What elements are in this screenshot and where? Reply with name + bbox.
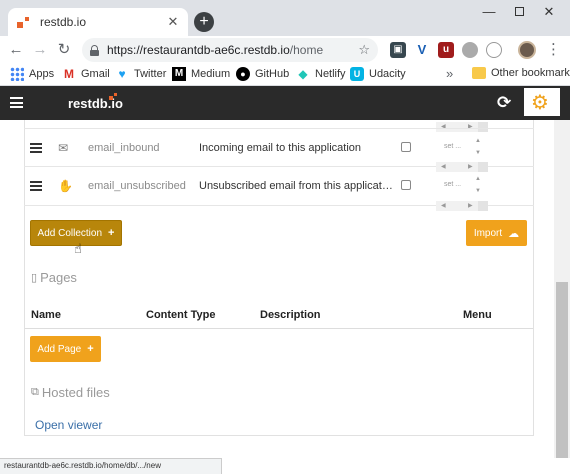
bookmarks-bar: Apps M Gmail ♥ Twitter M Medium ● GitHub ◆ Ne…	[0, 64, 570, 86]
gears-icon: ⚙	[531, 92, 549, 114]
tab-title: restdb.io	[40, 15, 87, 29]
bookmark-github[interactable]: ● GitHub	[236, 67, 289, 81]
browser-tab[interactable]: restdb.io ✕	[8, 8, 188, 36]
maximize-window-icon[interactable]	[504, 4, 534, 19]
lock-icon	[90, 44, 99, 56]
refresh-icon[interactable]: ⟳	[497, 94, 511, 112]
bookmark-medium[interactable]: M Medium	[172, 67, 230, 81]
hosted-files-section-title: ⧉ Hosted files	[31, 385, 110, 400]
profile-avatar[interactable]	[518, 41, 536, 59]
browser-menu-icon[interactable]: ⋮	[546, 40, 561, 58]
hamburger-menu-icon[interactable]	[10, 97, 23, 108]
plus-icon: +	[87, 343, 94, 355]
forward-arrow-icon[interactable]: →	[30, 40, 50, 60]
back-arrow-icon[interactable]: ←	[6, 40, 26, 60]
bookmarks-overflow-icon[interactable]: »	[446, 66, 453, 81]
logo-mark-icon	[109, 93, 117, 100]
close-window-icon[interactable]: ✕	[534, 4, 564, 20]
restdb-favicon-icon	[16, 14, 32, 30]
collection-name[interactable]: email_unsubscribed	[88, 180, 186, 192]
column-header-menu: Menu	[463, 309, 492, 321]
bookmark-star-icon[interactable]: ☆	[358, 42, 370, 58]
settings-spinner-icon[interactable]: ▲ ▼	[475, 135, 481, 159]
address-url[interactable]: https://restaurantdb-ae6c.restdb.io/home	[107, 43, 358, 57]
bookmark-udacity[interactable]: U Udacity	[350, 67, 406, 81]
extension-grey-icon[interactable]	[462, 42, 478, 58]
collection-checkbox[interactable]	[401, 180, 411, 190]
bookmark-apps[interactable]: Apps	[10, 67, 54, 81]
app-header: restdb.io ⟳	[0, 86, 570, 120]
collection-name[interactable]: email_inbound	[88, 142, 160, 154]
settings-gear-button[interactable]: ⚙	[524, 88, 560, 116]
reload-icon[interactable]: ↻	[54, 40, 74, 60]
add-page-button[interactable]: Add Page +	[30, 336, 101, 362]
column-header-name: Name	[31, 309, 61, 321]
apps-grid-icon	[10, 67, 24, 81]
settings-spinner-icon[interactable]: ▲ ▼	[475, 173, 481, 197]
hand-pointer-cursor-icon: ☝	[74, 241, 82, 256]
files-copy-icon: ⧉	[31, 386, 39, 398]
column-header-content-type: Content Type	[146, 309, 216, 321]
extension-ublock-icon[interactable]: u	[438, 42, 454, 58]
hand-icon: ✋	[58, 179, 73, 193]
open-viewer-link[interactable]: Open viewer	[35, 418, 102, 432]
drag-handle-icon[interactable]	[30, 143, 42, 153]
page-scrollbar-thumb[interactable]	[556, 282, 568, 458]
bookmark-gmail[interactable]: M Gmail	[62, 67, 110, 81]
bookmark-twitter[interactable]: ♥ Twitter	[115, 67, 166, 81]
status-bar-url: restaurantdb-ae6c.restdb.io/home/db/.../…	[0, 458, 222, 474]
medium-icon: M	[172, 67, 186, 81]
collection-settings-text: set ...	[444, 181, 462, 188]
bookmark-other-bookmarks[interactable]: Other bookmarks	[472, 67, 570, 79]
extension-v-icon[interactable]: V	[414, 42, 430, 58]
settings-hscroll-row2[interactable]: ◀ ▶	[436, 201, 488, 211]
pages-section-title: ▯ Pages	[31, 270, 77, 285]
browser-titlebar: restdb.io ✕ + — ✕	[0, 0, 570, 36]
collection-description: Unsubscribed email from this application	[199, 180, 395, 192]
collection-checkbox[interactable]	[401, 142, 411, 152]
import-button[interactable]: Import ☁	[466, 220, 527, 246]
address-bar[interactable]: https://restaurantdb-ae6c.restdb.io/home…	[82, 38, 378, 62]
new-tab-button[interactable]: +	[194, 12, 214, 32]
tab-close-icon[interactable]: ✕	[166, 14, 180, 30]
collection-settings-text: set ...	[444, 143, 462, 150]
folder-icon	[472, 67, 486, 79]
gmail-icon: M	[64, 67, 74, 81]
bottom-area	[222, 458, 570, 474]
column-header-description: Description	[260, 309, 321, 321]
table-header-divider	[25, 328, 533, 329]
extension-circle-icon[interactable]	[486, 42, 502, 58]
udacity-icon: U	[350, 67, 364, 81]
collection-description: Incoming email to this application	[199, 142, 362, 154]
envelope-icon: ✉	[58, 141, 69, 155]
drag-handle-icon[interactable]	[30, 181, 42, 191]
extension-devtools-icon[interactable]: ▣	[390, 42, 406, 58]
plus-icon: +	[108, 227, 115, 239]
cloud-upload-icon: ☁	[508, 227, 520, 240]
github-icon: ●	[236, 67, 250, 81]
minimize-window-icon[interactable]: —	[474, 4, 504, 19]
bookmark-netlify[interactable]: ◆ Netlify	[296, 67, 345, 81]
twitter-bird-icon: ♥	[118, 67, 126, 81]
browser-toolbar: ← → ↻ https://restaurantdb-ae6c.restdb.i…	[0, 36, 570, 64]
netlify-icon: ◆	[298, 67, 308, 81]
page-code-icon: ▯	[31, 272, 38, 284]
